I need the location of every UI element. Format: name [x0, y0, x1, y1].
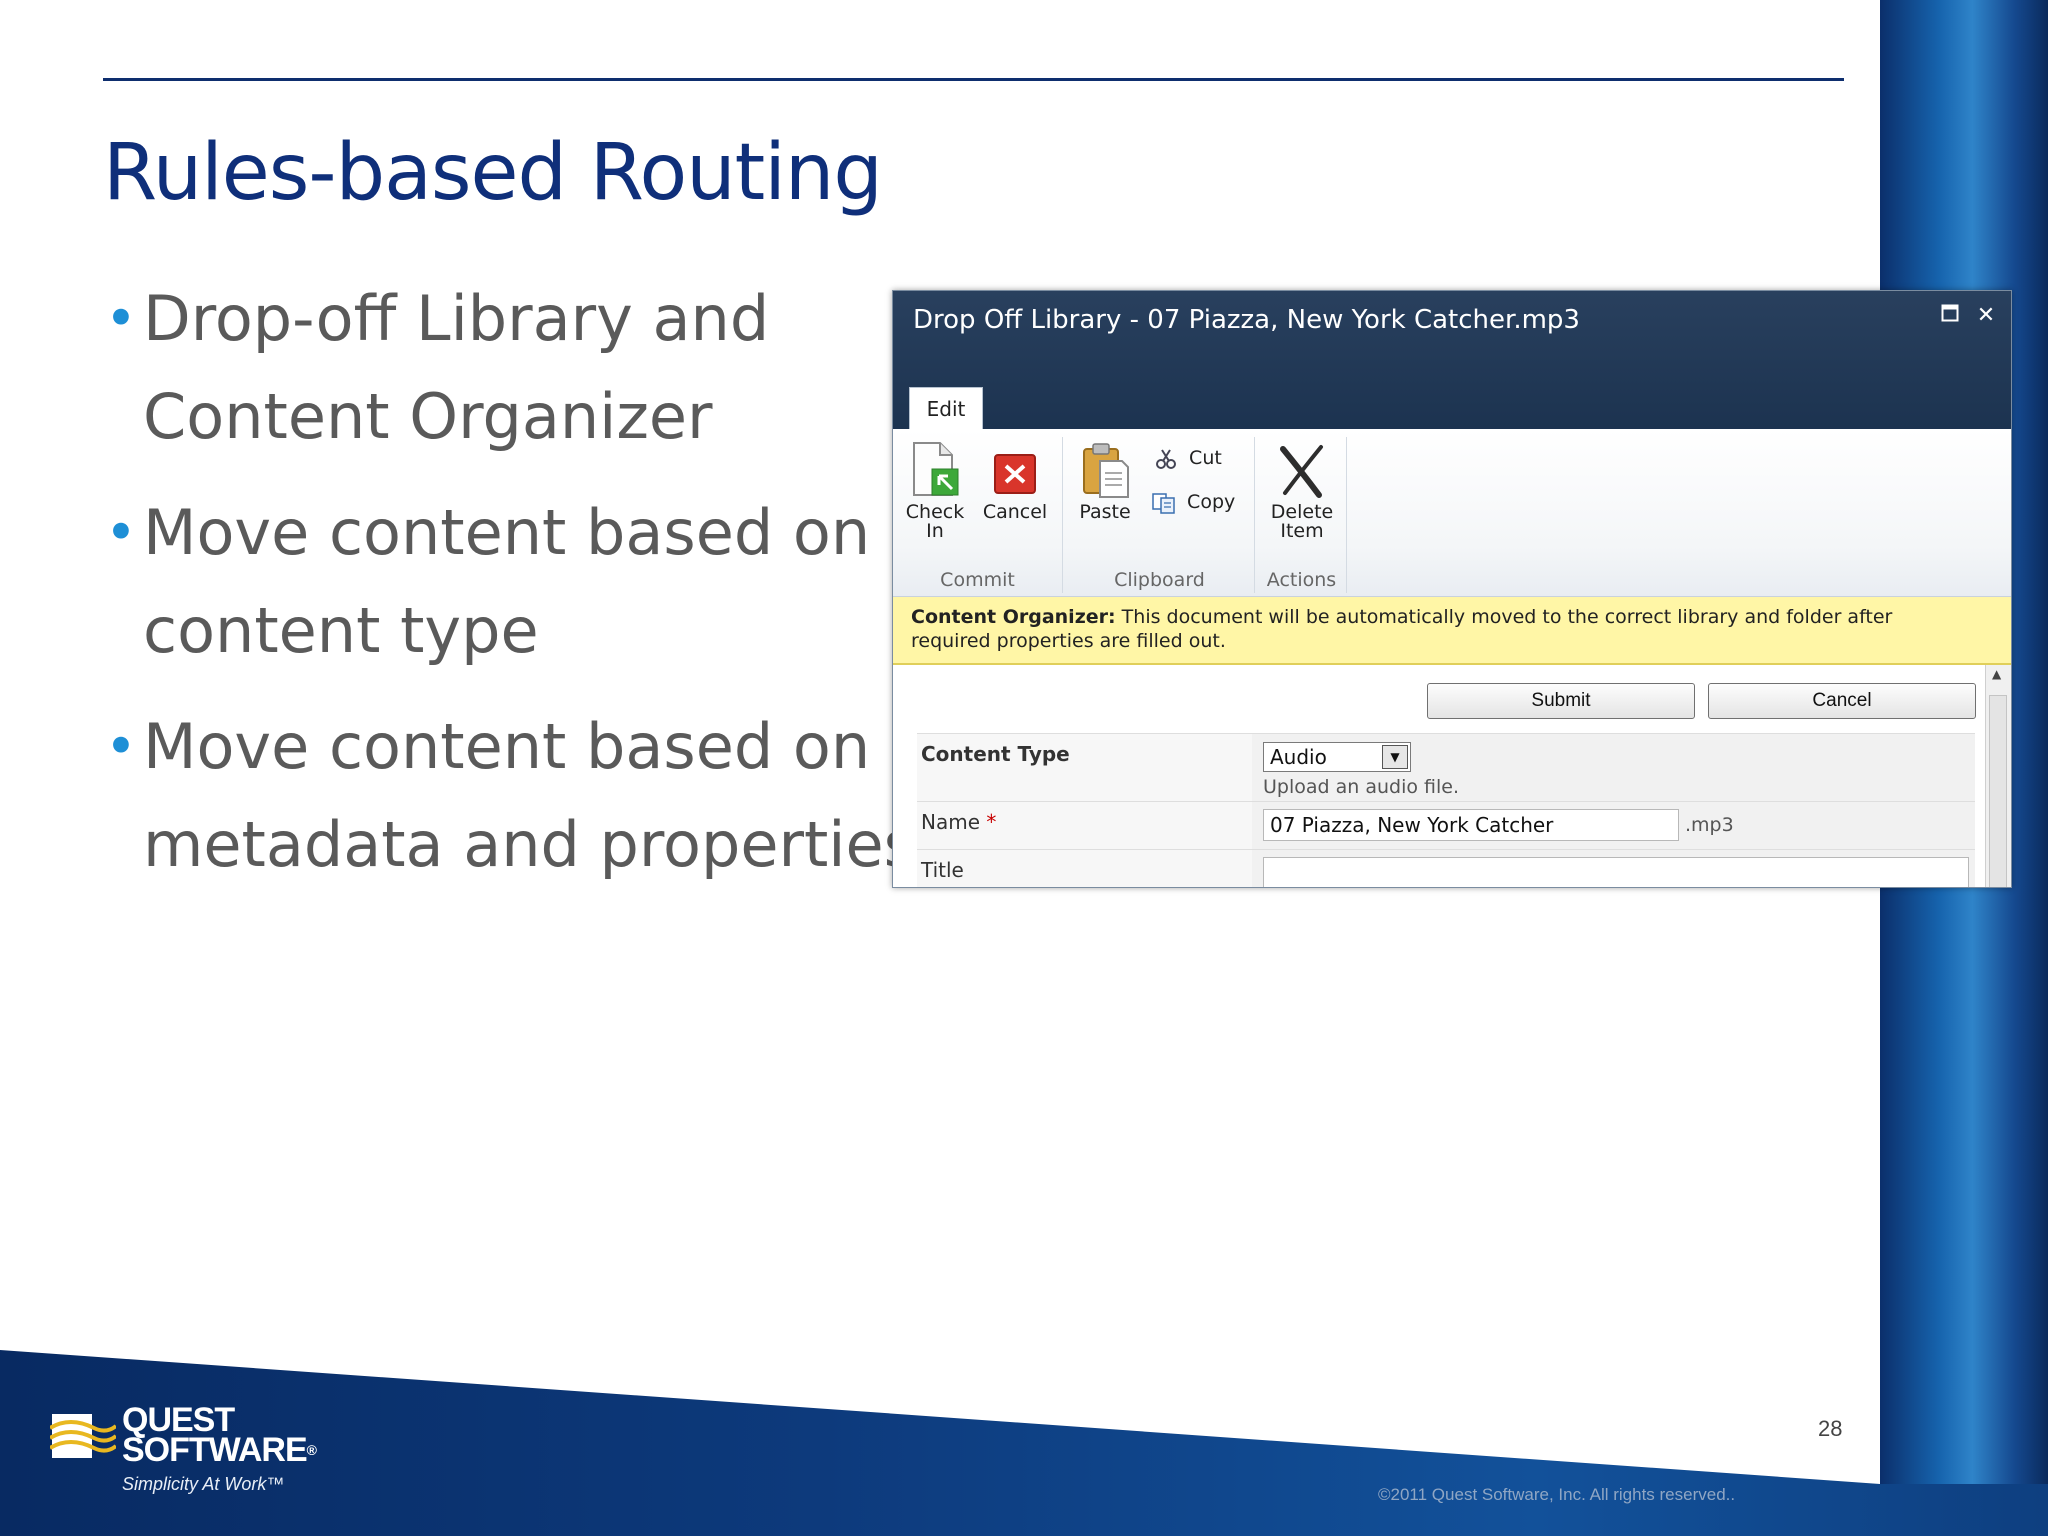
- ribbon: Check In Cancel Commit Paste Cut Copy Cl…: [893, 429, 2011, 597]
- scissors-icon: [1156, 448, 1176, 469]
- name-row: Name * 07 Piazza, New York Catcher .mp3: [917, 801, 1975, 849]
- quest-software-logo: QUEST SOFTWARE® Simplicity At Work™: [50, 1403, 370, 1504]
- bullet-text: content type: [143, 594, 539, 667]
- content-type-hint: Upload an audio file.: [1263, 776, 1460, 798]
- maximize-icon[interactable]: [1937, 303, 1963, 328]
- page-number: 28: [1818, 1416, 1843, 1441]
- name-label: Name *: [921, 810, 996, 834]
- bullet-dot-icon: •: [105, 715, 137, 778]
- delete-item-label: Item: [1280, 520, 1324, 542]
- title-row: Title: [917, 849, 1975, 887]
- content-organizer-notice: Content Organizer: This document will be…: [893, 597, 2011, 665]
- cut-label: Cut: [1189, 447, 1222, 469]
- ribbon-group-clipboard: Paste Cut Copy Clipboard: [1065, 437, 1255, 593]
- dialog-titlebar: Drop Off Library - 07 Piazza, New York C…: [893, 291, 2011, 431]
- copyright-notice: ©2011 Quest Software, Inc. All rights re…: [1378, 1485, 1736, 1504]
- dialog-title: Drop Off Library - 07 Piazza, New York C…: [913, 305, 1580, 335]
- chevron-down-icon[interactable]: ▼: [1382, 745, 1408, 769]
- properties-form: ▲ Submit Cancel Content Type Audio ▼ Upl…: [893, 665, 2011, 887]
- required-asterisk: *: [986, 810, 997, 834]
- title-rule: [103, 78, 1844, 81]
- content-type-row: Content Type Audio ▼ Upload an audio fil…: [917, 733, 1975, 801]
- ribbon-group-commit: Check In Cancel Commit: [893, 437, 1063, 593]
- logo-text-software: SOFTWARE®: [122, 1431, 317, 1469]
- scroll-up-icon[interactable]: ▲: [1992, 667, 2001, 681]
- paste-label: Paste: [1079, 501, 1131, 523]
- file-extension: .mp3: [1685, 814, 1734, 836]
- copy-icon: [1152, 492, 1175, 514]
- check-in-button[interactable]: Check In: [903, 441, 967, 541]
- ribbon-group-label: Actions: [1266, 569, 1337, 591]
- ribbon-group-actions: Delete Item Actions: [1257, 437, 1347, 593]
- bullet-dot-icon: •: [105, 501, 137, 564]
- bullet-item: • Move content based on metadata and pro…: [103, 698, 916, 894]
- notice-heading: Content Organizer:: [911, 606, 1116, 628]
- bullet-item: • Move content based on content type: [103, 484, 903, 680]
- check-in-label: In: [926, 520, 944, 542]
- bullet-text: metadata and properties: [143, 808, 916, 881]
- delete-item-button[interactable]: Delete Item: [1265, 441, 1339, 541]
- bullet-text: Move content based on: [143, 710, 871, 783]
- bullet-text: Drop-off Library and: [143, 282, 770, 355]
- check-in-icon: [913, 442, 959, 496]
- paste-button[interactable]: Paste: [1075, 441, 1135, 522]
- drop-off-library-dialog: Drop Off Library - 07 Piazza, New York C…: [892, 290, 2012, 888]
- cancel-label: Cancel: [982, 501, 1048, 523]
- delete-x-icon: [1280, 445, 1323, 498]
- cancel-icon: [994, 454, 1036, 494]
- logo-text-software-word: SOFTWARE: [122, 1431, 308, 1469]
- name-label-text: Name: [921, 810, 981, 834]
- bullet-text: Content Organizer: [143, 380, 713, 453]
- bullet-item: • Drop-off Library and Content Organizer: [103, 270, 903, 466]
- name-input[interactable]: 07 Piazza, New York Catcher: [1263, 809, 1679, 841]
- registered-mark: ®: [306, 1442, 317, 1458]
- paste-icon: [1083, 443, 1129, 498]
- cut-button[interactable]: Cut: [1155, 447, 1222, 470]
- ribbon-group-label: Clipboard: [1114, 569, 1205, 591]
- slide-title: Rules-based Routing: [103, 128, 883, 218]
- tab-edit[interactable]: Edit: [909, 387, 983, 431]
- title-label: Title: [921, 858, 964, 882]
- ribbon-group-label: Commit: [940, 569, 1015, 591]
- close-icon[interactable]: ✕: [1973, 303, 1999, 328]
- title-input[interactable]: [1263, 857, 1969, 887]
- scroll-thumb[interactable]: [1989, 695, 2007, 887]
- bullet-list: • Drop-off Library and Content Organizer…: [103, 270, 916, 912]
- content-type-label: Content Type: [921, 742, 1070, 766]
- bullet-text: Move content based on: [143, 496, 871, 569]
- vertical-scrollbar[interactable]: ▲: [1985, 665, 2011, 887]
- logo-tagline: Simplicity At Work™: [122, 1474, 285, 1494]
- cancel-button[interactable]: Cancel: [1708, 683, 1976, 719]
- row-label-cell: [917, 850, 1252, 887]
- submit-button[interactable]: Submit: [1427, 683, 1695, 719]
- bullet-dot-icon: •: [105, 287, 137, 350]
- quest-logo-icon: [50, 1414, 116, 1458]
- content-type-value: Audio: [1270, 745, 1327, 769]
- copy-label: Copy: [1187, 491, 1236, 513]
- copy-button[interactable]: Copy: [1151, 491, 1235, 514]
- cancel-checkout-button[interactable]: Cancel: [979, 441, 1051, 522]
- content-type-select[interactable]: Audio ▼: [1263, 742, 1411, 772]
